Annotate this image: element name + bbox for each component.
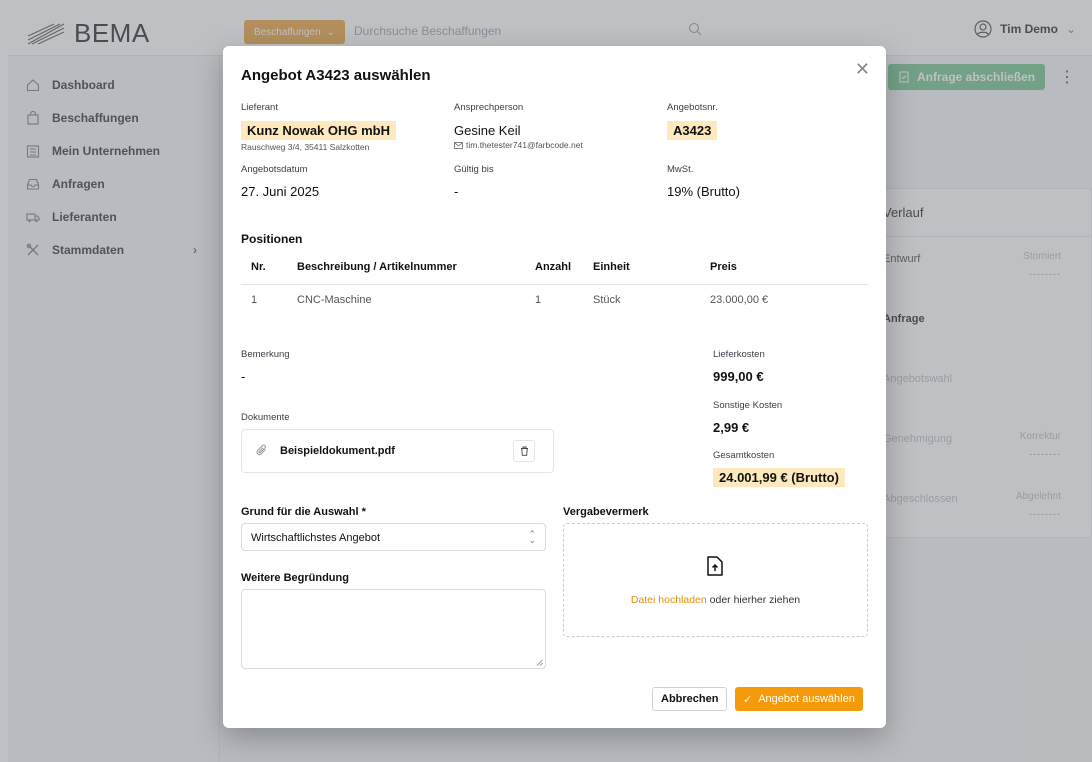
- select-offer-label: Angebot auswählen: [758, 693, 855, 705]
- supplier-label: Lieferant: [241, 102, 278, 113]
- further-reason-textarea[interactable]: [241, 589, 546, 669]
- total-cost-label: Gesamtkosten: [713, 450, 775, 461]
- offer-number-wrap: A3423: [667, 121, 718, 140]
- column-header: Nr.: [241, 251, 297, 285]
- total-cost: 24.001,99 € (Brutto): [713, 468, 845, 487]
- table-cell: 23.000,00 €: [710, 294, 769, 307]
- vat-value: 19% (Brutto): [667, 184, 740, 199]
- other-cost-label: Sonstige Kosten: [713, 400, 783, 411]
- supplier-address: Rauschweg 3/4, 35411 Salzkotten: [241, 142, 370, 152]
- check-icon: ✓: [743, 693, 753, 706]
- contact-field: Ansprechperson Gesine Keil tim.thetester…: [454, 102, 583, 150]
- valid-until: -: [454, 184, 459, 199]
- documents-label: Dokumente: [241, 412, 290, 423]
- dropzone-hint: oder hierher ziehen: [706, 594, 801, 606]
- remark-field: Bemerkung -: [241, 349, 290, 384]
- other-cost: 2,99 €: [713, 420, 750, 435]
- paperclip-icon: [256, 444, 266, 455]
- upload-file-link[interactable]: Datei hochladen: [631, 594, 707, 606]
- remark-value: -: [241, 369, 246, 384]
- dialog-title: Angebot A3423 auswählen: [241, 67, 431, 84]
- other-cost-field: Sonstige Kosten 2,99 €: [713, 400, 782, 435]
- reason-select[interactable]: Wirtschaftlichstes Angebot ⌃ ⌄: [241, 523, 546, 551]
- supplier-field: Lieferant Kunz Nowak OHG mbH Rauschweg 3…: [241, 102, 397, 152]
- vat-field: MwSt. 19% (Brutto): [667, 164, 740, 199]
- column-header: Beschreibung / Artikelnummer: [297, 251, 535, 285]
- offer-number: A3423: [667, 121, 718, 140]
- supplier-value-wrap: Kunz Nowak OHG mbH: [241, 121, 397, 140]
- file-dropzone[interactable]: Datei hochladen oder hierher ziehen: [563, 523, 868, 637]
- dropzone-text: Datei hochladen oder hierher ziehen: [564, 594, 867, 606]
- column-header: Preis: [710, 251, 868, 285]
- vergabe-label: Vergabevermerk: [563, 506, 649, 518]
- document-item[interactable]: Beispieldokument.pdf: [241, 429, 554, 473]
- column-header: Anzahl: [535, 251, 593, 285]
- further-reason-label: Weitere Begründung: [241, 572, 349, 584]
- reason-label: Grund für die Auswahl *: [241, 506, 366, 518]
- mail-icon: [454, 141, 463, 149]
- reason-selected-value: Wirtschaftlichstes Angebot: [251, 532, 381, 544]
- delivery-cost-field: Lieferkosten 999,00 €: [713, 349, 765, 384]
- total-cost-field: Gesamtkosten 24.001,99 € (Brutto): [713, 450, 845, 487]
- resize-handle-icon[interactable]: [536, 659, 543, 666]
- positions-title: Positionen: [241, 232, 303, 246]
- offer-number-field: Angebotsnr. A3423: [667, 102, 718, 140]
- table-cell: Stück: [593, 294, 621, 307]
- table-cell: CNC-Maschine: [297, 294, 372, 307]
- total-cost-wrap: 24.001,99 € (Brutto): [713, 468, 845, 487]
- offer-date-field: Angebotsdatum 27. Juni 2025: [241, 164, 319, 199]
- remark-label: Bemerkung: [241, 349, 290, 360]
- table-cell: 1: [251, 294, 258, 307]
- delivery-cost-label: Lieferkosten: [713, 349, 765, 360]
- close-icon[interactable]: ✕: [855, 60, 870, 78]
- trash-icon: [520, 446, 528, 456]
- contact-email[interactable]: tim.thetester741@farbcode.net: [466, 140, 583, 150]
- vat-label: MwSt.: [667, 164, 694, 175]
- positions-table: Nr. Beschreibung / Artikelnummer Anzahl …: [241, 251, 868, 316]
- table-row: 1 CNC-Maschine 1 Stück 23.000,00 €: [241, 284, 868, 316]
- supplier-name: Kunz Nowak OHG mbH: [241, 121, 397, 140]
- table-header-row: Nr. Beschreibung / Artikelnummer Anzahl …: [241, 251, 868, 285]
- select-arrows-icon: ⌃ ⌄: [528, 529, 536, 545]
- select-offer-button[interactable]: ✓ Angebot auswählen: [735, 687, 863, 711]
- column-header: Einheit: [593, 251, 710, 285]
- delivery-cost: 999,00 €: [713, 369, 764, 384]
- offer-date-label: Angebotsdatum: [241, 164, 308, 175]
- cancel-button[interactable]: Abbrechen: [652, 687, 728, 711]
- delete-document-button[interactable]: [513, 440, 535, 462]
- offer-number-label: Angebotsnr.: [667, 102, 718, 113]
- contact-label: Ansprechperson: [454, 102, 524, 113]
- contact-email-row: tim.thetester741@farbcode.net: [454, 140, 583, 150]
- select-offer-dialog: Angebot A3423 auswählen ✕ Lieferant Kunz…: [223, 46, 886, 728]
- valid-until-field: Gültig bis -: [454, 164, 494, 199]
- file-upload-icon: [707, 556, 723, 576]
- valid-until-label: Gültig bis: [454, 164, 494, 175]
- table-cell: 1: [535, 294, 542, 307]
- documents-field: Dokumente: [241, 412, 290, 423]
- contact-name: Gesine Keil: [454, 123, 521, 138]
- document-name[interactable]: Beispieldokument.pdf: [280, 445, 395, 457]
- offer-date: 27. Juni 2025: [241, 184, 320, 199]
